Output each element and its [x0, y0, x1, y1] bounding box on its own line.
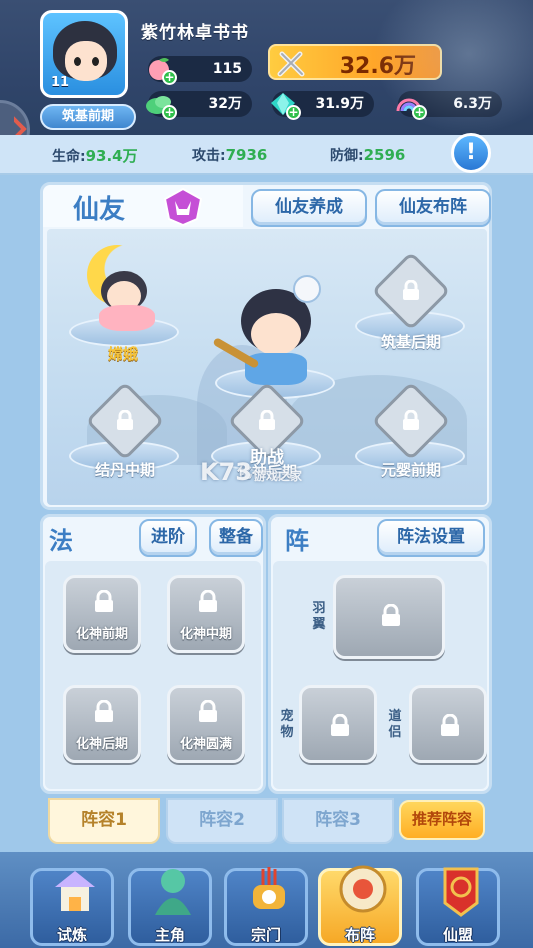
stat-hp-label: 生命: — [52, 149, 86, 165]
lock-icon — [95, 700, 113, 722]
stat-hp: 生命:93.4万 — [52, 145, 138, 166]
lock-icon — [259, 410, 275, 430]
wing-label: 羽翼 — [312, 601, 326, 632]
spell-slot-locked[interactable]: 化神前期 — [63, 575, 141, 653]
nav-sect[interactable]: 宗门 — [224, 867, 308, 946]
stat-defense-value: 2596 — [363, 146, 406, 164]
nav-label: 布阵 — [344, 926, 375, 944]
advance-button[interactable]: 进阶 — [139, 519, 197, 557]
watermark: K73 游戏之家 — [200, 458, 302, 486]
nav-trial[interactable]: 试炼 — [30, 868, 114, 946]
spell-slot-label: 化神中期 — [179, 627, 232, 642]
stat-attack-label: 攻击: — [192, 148, 226, 164]
combat-power-box: 32.6万 — [268, 44, 442, 80]
player-level: 11 — [50, 75, 70, 90]
alliance-banner-icon — [443, 867, 479, 917]
lock-icon — [199, 700, 217, 722]
spell-slot-locked[interactable]: 化神后期 — [63, 685, 141, 763]
add-jade-button[interactable]: + — [162, 105, 177, 120]
stat-defense: 防御:2596 — [330, 145, 405, 165]
spell-slot-label: 化神前期 — [75, 627, 128, 642]
nav-label: 宗门 — [250, 926, 281, 944]
incense-burner-icon — [253, 867, 285, 909]
resource-jade[interactable]: + 32万 — [146, 91, 252, 120]
wing-slot-locked[interactable] — [333, 575, 445, 659]
resource-value: 31.9万 — [315, 96, 364, 112]
resource-crystal[interactable]: + 31.9万 — [271, 91, 374, 120]
spell-slot-label: 化神圆满 — [179, 737, 232, 752]
stat-hp-value: 93.4万 — [85, 147, 138, 165]
main-hero[interactable] — [212, 275, 333, 389]
resource-value: 6.3万 — [453, 96, 492, 112]
lock-icon — [403, 410, 419, 430]
lock-icon — [95, 590, 113, 612]
companion-slot-label: 结丹中期 — [94, 461, 155, 479]
lock-icon — [441, 714, 459, 736]
pet-label: 宠物 — [280, 709, 294, 740]
lock-icon — [382, 604, 400, 626]
stat-attack: 攻击:7936 — [192, 145, 267, 165]
companion-slot-label: 筑基后期 — [380, 333, 441, 351]
companion-formation-button[interactable]: 仙友布阵 — [375, 189, 491, 227]
player-avatar[interactable]: 11 — [40, 10, 128, 98]
exclamation-icon: ! — [465, 140, 477, 165]
formation-panel: 阵法 阵法设置 羽翼 宠物 道侣 — [268, 514, 492, 794]
pet-slot-locked[interactable] — [299, 685, 377, 763]
recommended-lineup-button[interactable]: 推荐阵容 — [399, 800, 485, 840]
nav-alliance[interactable]: 仙盟 — [416, 867, 500, 946]
nav-label: 试炼 — [56, 926, 87, 944]
fox-spirit-icon — [163, 187, 203, 227]
companion-cultivate-button[interactable]: 仙友养成 — [251, 189, 367, 227]
nav-label: 仙盟 — [442, 926, 473, 944]
lineup-tab-3[interactable]: 阵容3 — [282, 798, 394, 844]
nav-hero[interactable]: 主角 — [128, 868, 212, 946]
lock-icon — [117, 410, 133, 430]
companion-slot-label: 元婴前期 — [380, 461, 441, 479]
spell-slot-locked[interactable]: 化神中期 — [167, 575, 245, 653]
resource-value: 32万 — [208, 96, 242, 112]
combat-power-value: 32.6万 — [339, 54, 416, 79]
formation-settings-button[interactable]: 阵法设置 — [377, 519, 485, 557]
nav-label: 主角 — [154, 926, 185, 944]
stat-attack-value: 7936 — [225, 146, 268, 164]
companions-header: 仙友 — [43, 185, 243, 227]
add-crystal-button[interactable]: + — [286, 105, 301, 120]
stat-defense-label: 防御: — [330, 148, 364, 164]
spell-slot-label: 化神后期 — [75, 737, 128, 752]
pagoda-icon — [55, 871, 95, 911]
watermark-sub: 游戏之家 — [254, 469, 303, 483]
lineup-tab-1[interactable]: 阵容1 — [48, 798, 160, 844]
spells-panel: 法术 进阶 整备 化神前期 化神中期 化神后期 化神圆满 — [40, 514, 266, 794]
add-peach-button[interactable]: + — [162, 70, 177, 85]
top-header: 11 筑基前期 紫竹林卓书书 + 115 32.6万 + 32万 + 31.9万 — [0, 0, 533, 160]
formation-disc-icon — [339, 865, 387, 913]
watermark-main: K73 — [200, 458, 252, 486]
resource-rainbow[interactable]: + 6.3万 — [396, 91, 502, 120]
equip-button[interactable]: 整备 — [209, 519, 263, 557]
bottom-nav: 试炼 主角 宗门 布阵 仙盟 — [0, 852, 533, 948]
change-companion[interactable] — [93, 265, 163, 335]
spell-slot-locked[interactable]: 化神圆满 — [167, 685, 245, 763]
crossed-swords-icon — [277, 51, 305, 77]
companion-label: 道侣 — [388, 709, 402, 740]
nav-formation[interactable]: 布阵 — [318, 865, 402, 946]
lineup-tab-2[interactable]: 阵容2 — [166, 798, 278, 844]
realm-badge: 筑基前期 — [40, 104, 136, 130]
resource-peach[interactable]: + 115 — [148, 56, 252, 85]
lock-icon — [199, 590, 217, 612]
resource-value: 115 — [212, 61, 242, 77]
hero-statue-icon — [155, 869, 191, 915]
companion-slot-label: 嫦娥 — [107, 345, 138, 363]
lock-icon — [331, 714, 349, 736]
add-rainbow-button[interactable]: + — [412, 105, 427, 120]
lock-icon — [403, 280, 419, 300]
daolv-slot-locked[interactable] — [409, 685, 487, 763]
player-name: 紫竹林卓书书 — [141, 23, 249, 43]
help-button[interactable]: ! — [451, 133, 491, 173]
companions-title: 仙友 — [73, 195, 126, 225]
rainbow-icon — [396, 98, 422, 112]
